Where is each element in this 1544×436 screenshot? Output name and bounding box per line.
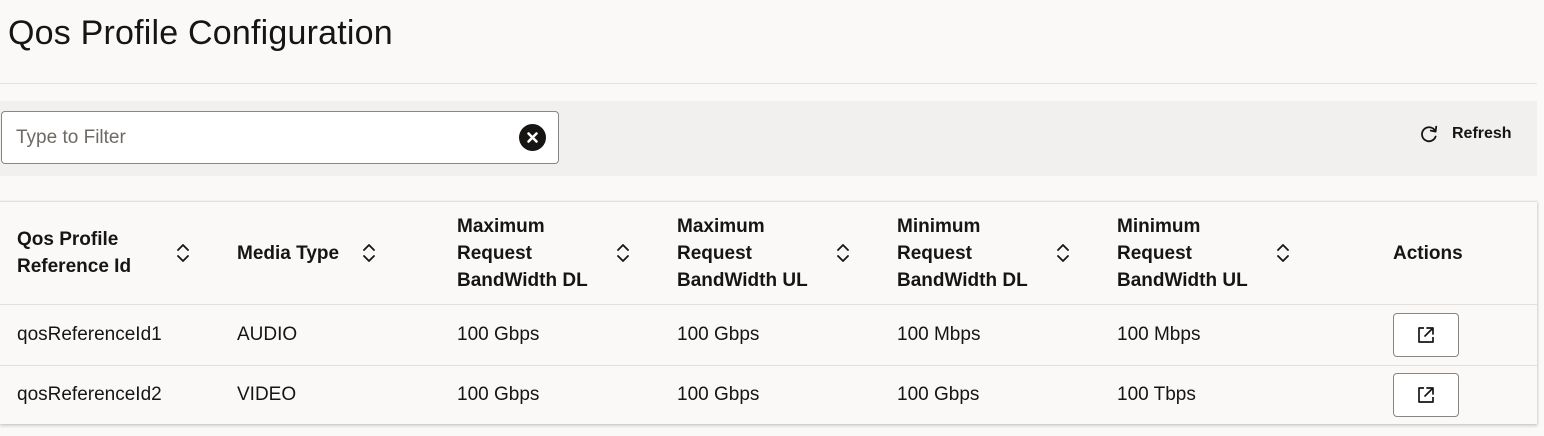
sort-chevrons-icon[interactable] <box>835 242 851 264</box>
cell-qos-reference-id: qosReferenceId1 <box>17 324 162 345</box>
column-header-max-request-bandwidth-ul[interactable]: Maximum Request BandWidth UL <box>677 202 827 304</box>
page-title: Qos Profile Configuration <box>8 14 393 52</box>
cell-max-request-bandwidth-dl: 100 Gbps <box>457 384 540 405</box>
sort-chevrons-icon[interactable] <box>1055 242 1071 264</box>
sort-chevrons-icon[interactable] <box>361 242 377 264</box>
table-row: qosReferenceId1 AUDIO 100 Gbps 100 Gbps … <box>0 305 1537 366</box>
cell-min-request-bandwidth-ul: 100 Mbps <box>1117 324 1201 345</box>
open-details-button[interactable] <box>1393 373 1459 417</box>
cell-max-request-bandwidth-ul: 100 Gbps <box>677 324 760 345</box>
filter-input[interactable] <box>16 112 506 163</box>
cell-max-request-bandwidth-dl: 100 Gbps <box>457 324 540 345</box>
refresh-label: Refresh <box>1452 125 1512 142</box>
cell-min-request-bandwidth-dl: 100 Mbps <box>897 324 981 345</box>
column-header-actions: Actions <box>1393 242 1463 264</box>
filter-box <box>1 111 559 164</box>
qos-profile-table: Qos Profile Reference Id Media Type Maxi… <box>0 201 1537 426</box>
table-header: Qos Profile Reference Id Media Type Maxi… <box>0 202 1537 305</box>
cell-max-request-bandwidth-ul: 100 Gbps <box>677 384 760 405</box>
cell-media-type: VIDEO <box>237 384 297 405</box>
column-header-media-type[interactable]: Media Type <box>237 202 357 304</box>
cell-min-request-bandwidth-dl: 100 Gbps <box>897 384 980 405</box>
toolbar: Refresh <box>0 101 1537 176</box>
sort-chevrons-icon[interactable] <box>615 242 631 264</box>
refresh-button[interactable]: Refresh <box>1410 117 1520 151</box>
title-divider <box>0 83 1537 84</box>
table-row: qosReferenceId2 VIDEO 100 Gbps 100 Gbps … <box>0 365 1537 426</box>
refresh-icon <box>1418 123 1440 145</box>
column-header-min-request-bandwidth-ul[interactable]: Minimum Request BandWidth UL <box>1117 202 1267 304</box>
open-external-icon <box>1418 327 1434 343</box>
cell-min-request-bandwidth-ul: 100 Tbps <box>1117 384 1196 405</box>
close-circle-icon <box>527 132 538 143</box>
column-header-max-request-bandwidth-dl[interactable]: Maximum Request BandWidth DL <box>457 202 607 304</box>
cell-media-type: AUDIO <box>237 324 298 345</box>
column-header-qos-profile-reference-id[interactable]: Qos Profile Reference Id <box>17 202 167 304</box>
column-header-min-request-bandwidth-dl[interactable]: Minimum Request BandWidth DL <box>897 202 1047 304</box>
cell-qos-reference-id: qosReferenceId2 <box>17 384 162 405</box>
open-details-button[interactable] <box>1393 313 1459 357</box>
sort-chevrons-icon[interactable] <box>1275 242 1291 264</box>
clear-filter-button[interactable] <box>519 124 546 151</box>
open-external-icon <box>1418 387 1434 403</box>
sort-chevrons-icon[interactable] <box>175 242 191 264</box>
